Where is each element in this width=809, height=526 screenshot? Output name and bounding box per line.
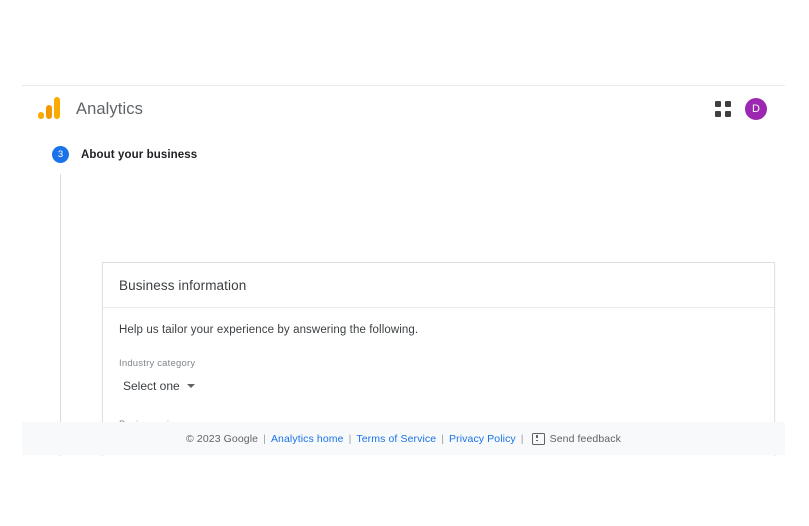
feedback-icon <box>531 432 545 445</box>
chevron-down-icon <box>186 384 195 388</box>
stepper-connector-line <box>60 174 61 456</box>
analytics-home-link[interactable]: Analytics home <box>271 433 344 445</box>
stepper: 3 About your business <box>22 146 785 456</box>
step-label: About your business <box>81 148 198 161</box>
page-footer: © 2023 Google | Analytics home | Terms o… <box>22 422 785 455</box>
avatar[interactable]: D <box>745 98 767 120</box>
apps-grid-icon[interactable] <box>715 101 731 117</box>
app-bar-actions: D <box>715 98 767 120</box>
industry-category-select[interactable]: Select one <box>119 377 197 395</box>
card-title: Business information <box>119 277 247 293</box>
analytics-bars-icon <box>38 97 64 121</box>
app-title: Analytics <box>76 99 143 118</box>
footer-separator: | <box>348 432 352 445</box>
footer-separator: | <box>520 432 524 445</box>
footer-separator: | <box>263 432 266 445</box>
industry-category-value: Select one <box>123 379 180 393</box>
copyright-text: © 2023 Google <box>186 432 259 445</box>
card-header: Business information <box>103 263 774 308</box>
send-feedback-button[interactable]: Send feedback <box>531 432 621 445</box>
industry-category-label: Industry category <box>119 358 196 369</box>
intro-text: Help us tailor your experience by answer… <box>119 324 419 336</box>
footer-separator: | <box>441 432 445 445</box>
step-number-badge: 3 <box>52 146 69 163</box>
send-feedback-label: Send feedback <box>549 432 621 445</box>
stepper-step-3[interactable]: 3 About your business <box>52 146 785 163</box>
app-bar: Analytics D <box>22 86 785 132</box>
privacy-policy-link[interactable]: Privacy Policy <box>449 433 516 445</box>
page-container: Analytics D 3 About your business Busine… <box>22 85 785 456</box>
terms-of-service-link[interactable]: Terms of Service <box>356 433 436 445</box>
